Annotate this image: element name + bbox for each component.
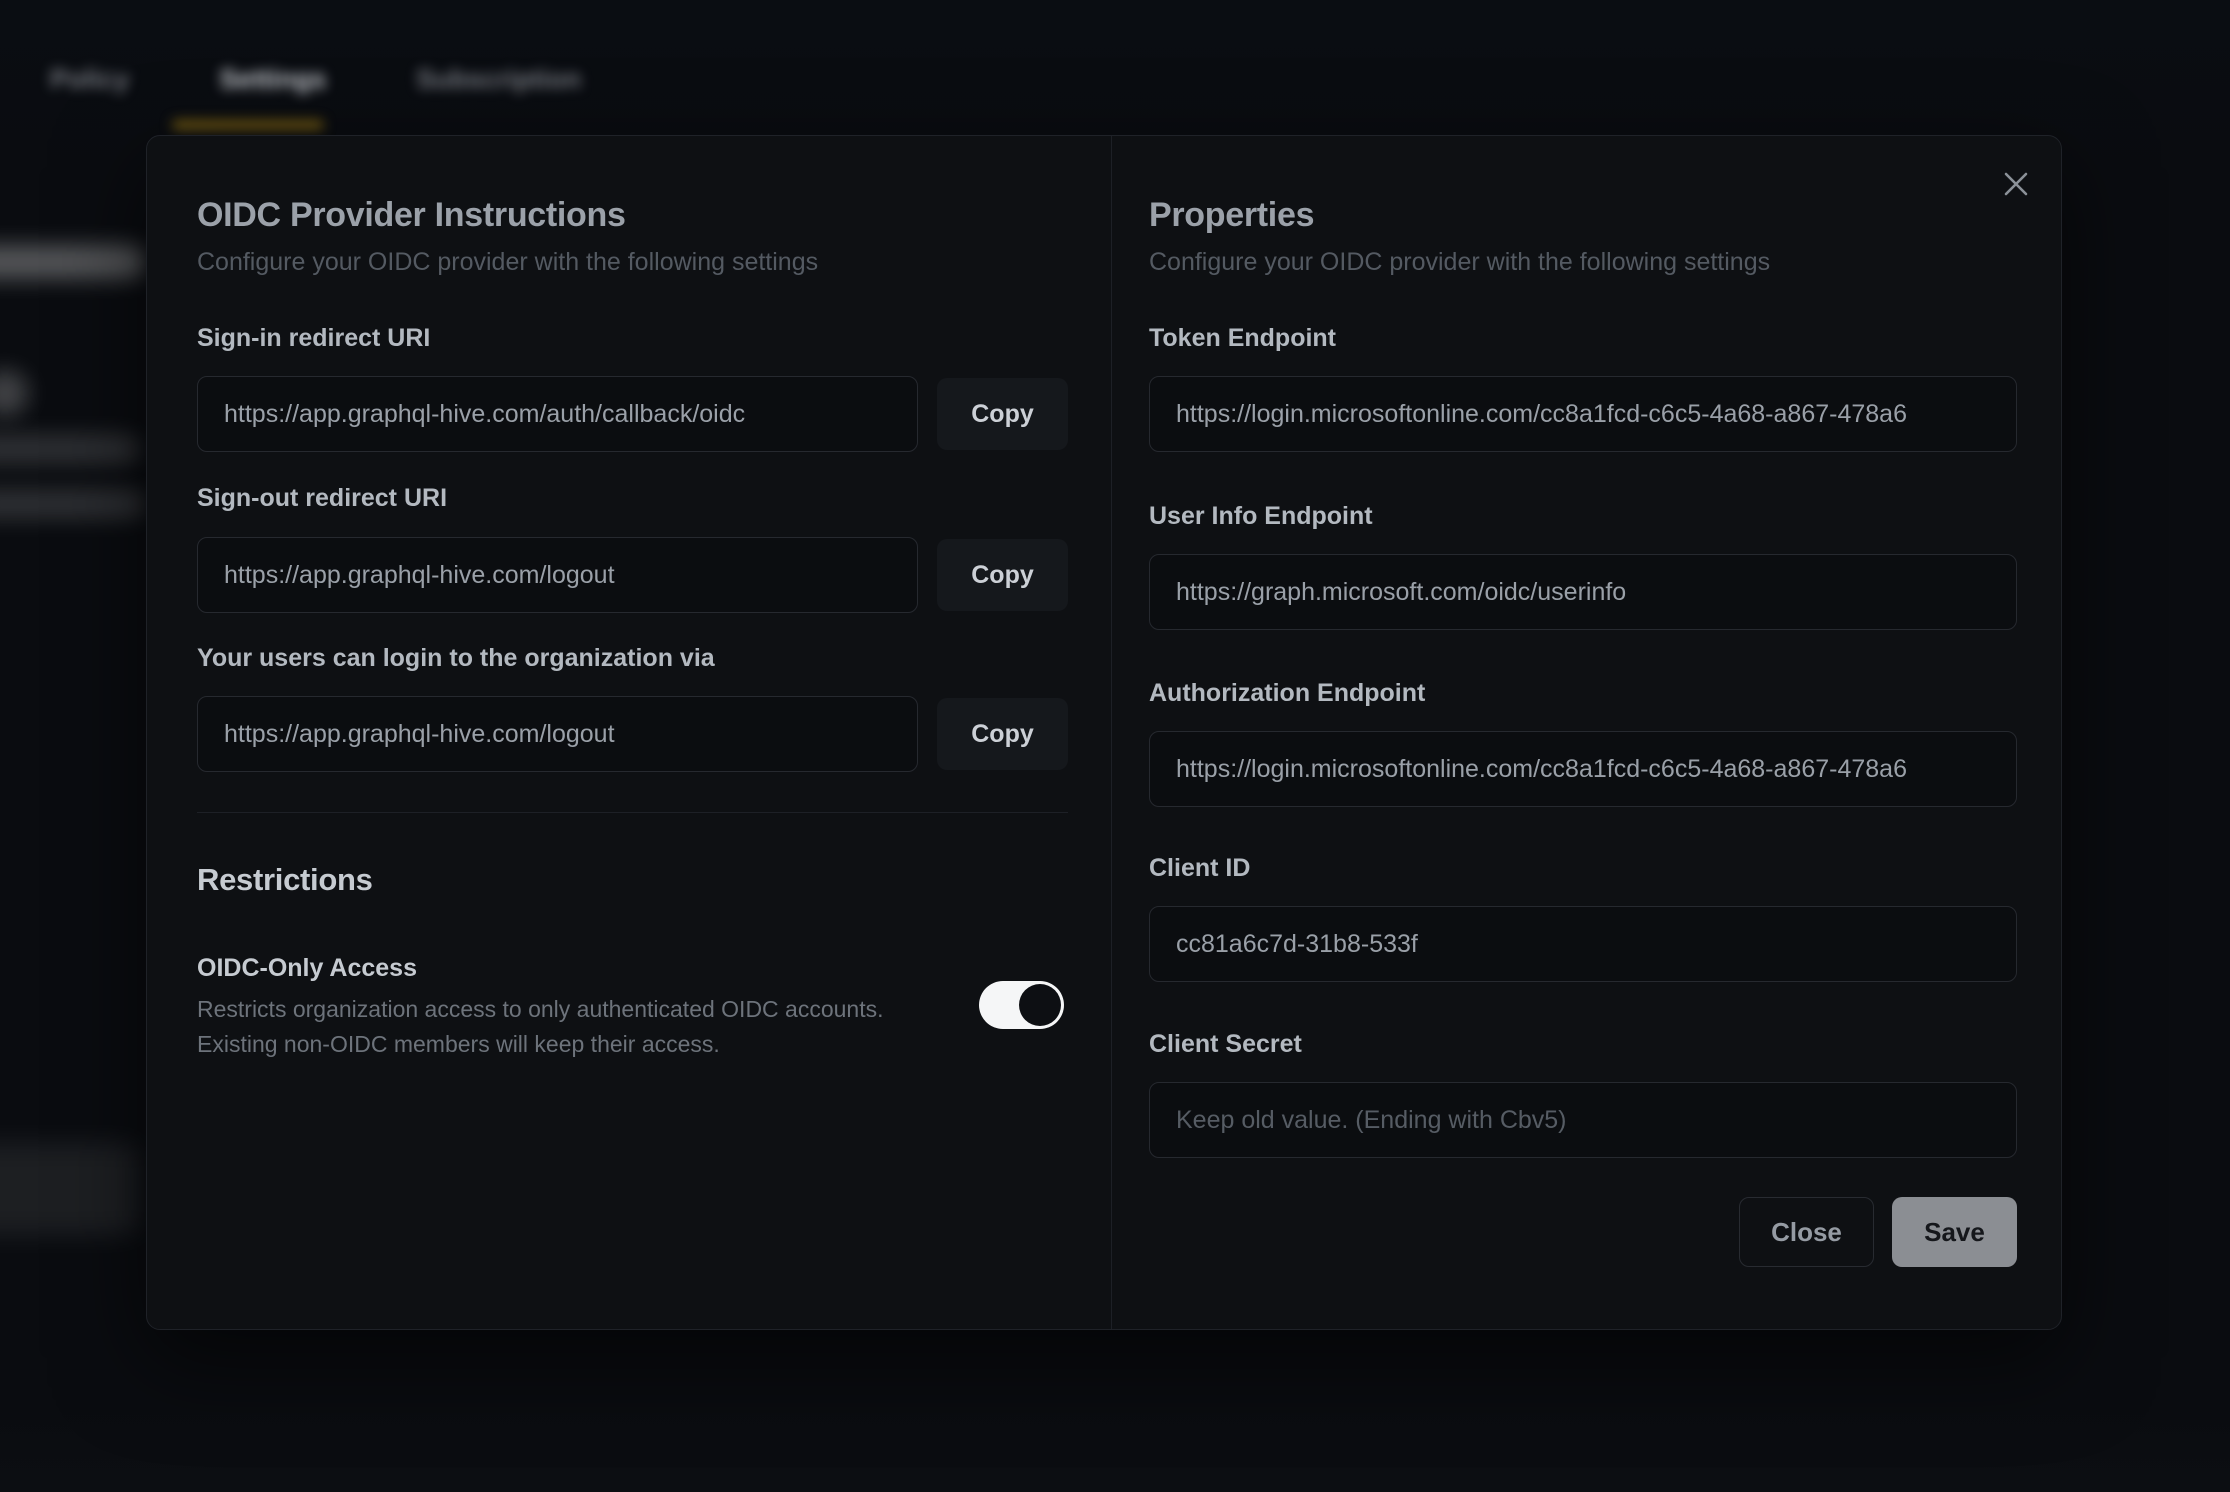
token-endpoint-input[interactable] <box>1149 376 2017 452</box>
client-id-label: Client ID <box>1149 854 1250 883</box>
sign-out-redirect-uri-label: Sign-out redirect URI <box>197 484 447 513</box>
blurred-button-fragment <box>0 1143 140 1235</box>
user-info-endpoint-label: User Info Endpoint <box>1149 502 1373 531</box>
blurred-text-fragment <box>0 489 146 519</box>
client-id-input[interactable] <box>1149 906 2017 982</box>
copy-sign-out-uri-button[interactable]: Copy <box>937 539 1068 611</box>
blurred-text-fragment <box>0 245 146 279</box>
close-icon <box>2003 171 2029 197</box>
oidc-only-access-description: Restricts organization access to only au… <box>197 992 884 1062</box>
description-line-1: Restricts organization access to only au… <box>197 992 884 1027</box>
tab-policy[interactable]: Policy <box>50 64 130 95</box>
instructions-subtitle: Configure your OIDC provider with the fo… <box>197 248 818 277</box>
toggle-thumb <box>1019 984 1061 1026</box>
tab-settings[interactable]: Settings <box>220 64 327 95</box>
user-info-endpoint-input[interactable] <box>1149 554 2017 630</box>
restrictions-divider <box>197 812 1068 813</box>
blurred-text-fragment <box>0 434 140 464</box>
instructions-title: OIDC Provider Instructions <box>197 196 626 235</box>
properties-subtitle: Configure your OIDC provider with the fo… <box>1149 248 1770 277</box>
sign-out-redirect-uri-input[interactable] <box>197 537 918 613</box>
oidc-settings-modal: OIDC Provider Instructions Configure you… <box>146 135 2062 1330</box>
page-background: Policy Settings Subscription OIDC Provid… <box>0 0 2230 1492</box>
save-button[interactable]: Save <box>1892 1197 2017 1267</box>
tab-subscription[interactable]: Subscription <box>416 64 581 95</box>
copy-sign-in-uri-button[interactable]: Copy <box>937 378 1068 450</box>
client-secret-input[interactable] <box>1149 1082 2017 1158</box>
column-divider <box>1111 136 1112 1329</box>
description-line-2: Existing non-OIDC members will keep thei… <box>197 1027 884 1062</box>
properties-title: Properties <box>1149 196 1314 235</box>
active-tab-indicator <box>172 120 324 130</box>
client-secret-label: Client Secret <box>1149 1030 1302 1059</box>
authorization-endpoint-label: Authorization Endpoint <box>1149 679 1425 708</box>
sign-in-redirect-uri-input[interactable] <box>197 376 918 452</box>
authorization-endpoint-input[interactable] <box>1149 731 2017 807</box>
oidc-only-access-label: OIDC-Only Access <box>197 954 417 983</box>
login-via-label: Your users can login to the organization… <box>197 644 715 673</box>
oidc-only-access-toggle[interactable] <box>979 981 1064 1029</box>
token-endpoint-label: Token Endpoint <box>1149 324 1336 353</box>
copy-login-via-button[interactable]: Copy <box>937 698 1068 770</box>
background-tab-bar: Policy Settings Subscription <box>50 64 581 95</box>
close-button[interactable]: Close <box>1739 1197 1874 1267</box>
modal-close-button[interactable] <box>1996 164 2036 204</box>
restrictions-title: Restrictions <box>197 862 373 898</box>
sign-in-redirect-uri-label: Sign-in redirect URI <box>197 324 430 353</box>
blurred-avatar-fragment <box>0 370 28 416</box>
login-via-input[interactable] <box>197 696 918 772</box>
